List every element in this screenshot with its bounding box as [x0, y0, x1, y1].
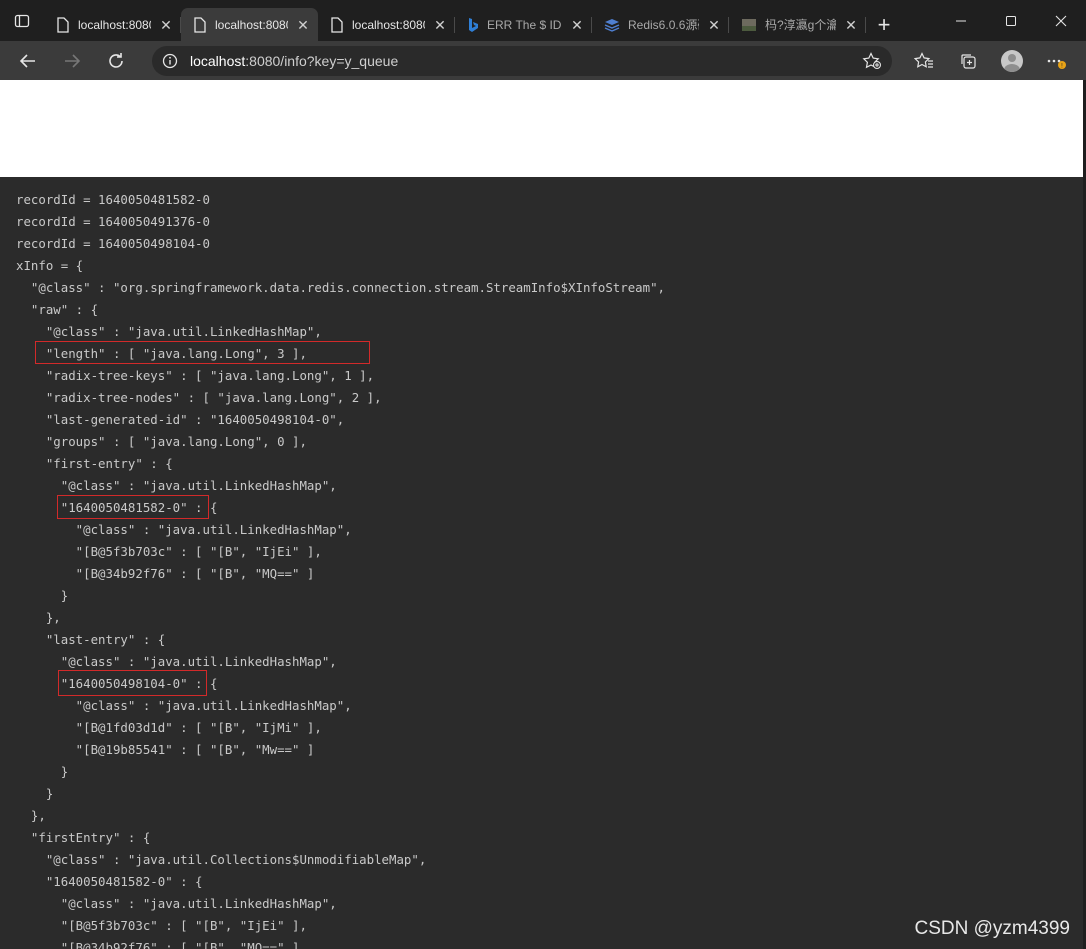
tab-separator — [865, 17, 866, 33]
page-icon — [194, 16, 206, 33]
close-icon[interactable]: ✕ — [707, 18, 721, 32]
info-icon[interactable] — [162, 53, 178, 69]
back-button[interactable] — [6, 41, 50, 80]
favorites-button[interactable] — [902, 41, 946, 80]
code-line: "first-entry" : { — [16, 456, 173, 471]
back-arrow-icon — [19, 53, 35, 68]
collections-icon — [961, 53, 976, 69]
code-line: "@class" : "java.util.LinkedHashMap", — [16, 698, 352, 713]
code-line: }, — [16, 610, 61, 625]
code-line: "raw" : { — [16, 302, 99, 317]
close-icon — [1055, 15, 1067, 26]
code-line: }, — [16, 808, 46, 823]
close-window-button[interactable] — [1036, 0, 1086, 41]
code-line: "@class" : "java.util.Collections$Unmodi… — [16, 852, 427, 867]
refresh-button[interactable] — [94, 41, 138, 80]
close-icon[interactable]: ✕ — [570, 18, 584, 32]
address-bar[interactable]: localhost:8080/info?key=y_queue — [152, 45, 892, 76]
code-line: recordId = 1640050498104-0 — [16, 236, 210, 251]
close-icon[interactable]: ✕ — [296, 18, 310, 32]
code-line: } — [16, 764, 69, 779]
browser-tab[interactable]: ERR The $ ID ✕ — [455, 8, 592, 41]
new-tab-button[interactable]: + — [866, 8, 902, 41]
minimize-button[interactable] — [936, 0, 986, 41]
code-line: } — [16, 588, 69, 603]
code-line: "[B@5f3b703c" : [ "[B", "IjEi" ], — [16, 918, 307, 933]
highlight-box-first-entry-id — [57, 495, 209, 519]
code-line: "@class" : "java.util.LinkedHashMap", — [16, 478, 337, 493]
tab-title: localhost:8080/ — [352, 17, 425, 32]
code-line: "@class" : "java.util.LinkedHashMap", — [16, 522, 352, 537]
code-line: "@class" : "java.util.LinkedHashMap", — [16, 324, 322, 339]
url-text[interactable]: localhost:8080/info?key=y_queue — [190, 53, 398, 69]
code-line: "[B@19b85541" : [ "[B", "Mw==" ] — [16, 742, 315, 757]
close-icon[interactable]: ✕ — [844, 18, 858, 32]
code-line: "[B@34b92f76" : [ "[B", "MQ==" ], — [16, 940, 307, 949]
settings-menu-button[interactable]: ! — [1034, 41, 1078, 80]
tab-actions-button[interactable] — [0, 0, 44, 41]
maximize-button[interactable] — [986, 0, 1036, 41]
tab-title: localhost:8080/ — [78, 17, 151, 32]
collections-button[interactable] — [946, 41, 990, 80]
more-icon: ! — [1047, 59, 1066, 69]
code-output-panel: recordId = 1640050481582-0 recordId = 164… — [2, 178, 1083, 949]
profile-button[interactable] — [990, 41, 1034, 80]
refresh-icon — [109, 52, 123, 68]
code-line: "groups" : [ "java.lang.Long", 0 ], — [16, 434, 307, 449]
bing-icon — [469, 17, 478, 32]
avatar — [1001, 49, 1023, 72]
code-line: "radix-tree-keys" : [ "java.lang.Long", … — [16, 368, 375, 383]
tab-title: ERR The $ ID — [487, 17, 562, 32]
code-line: recordId = 1640050491376-0 — [16, 214, 210, 229]
tab-actions-icon — [14, 14, 30, 27]
code-line: "radix-tree-nodes" : [ "java.lang.Long",… — [16, 390, 382, 405]
tab-title: localhost:8080/ — [215, 17, 288, 32]
code-line: } — [16, 786, 54, 801]
watermark: CSDN @yzm4399 — [914, 918, 1071, 939]
forward-arrow-icon — [65, 53, 81, 68]
code-line: "firstEntry" : { — [16, 830, 151, 845]
code-line: recordId = 1640050481582-0 — [16, 192, 210, 207]
maximize-icon — [1006, 15, 1016, 26]
code-line: "[B@1fd03d1d" : [ "[B", "IjMi" ], — [16, 720, 322, 735]
tab-strip: localhost:8080/ ✕ localhost:8080/ ✕ loca… — [0, 0, 1086, 41]
tab-title: 杩?淳瀛g个瀹 — [765, 18, 836, 32]
toolbar-right: ! — [902, 41, 1078, 80]
code-line: "last-entry" : { — [16, 632, 166, 647]
window-controls — [936, 0, 1086, 41]
code-line: "@class" : "java.util.LinkedHashMap", — [16, 896, 337, 911]
code-line: xInfo = { — [16, 258, 84, 273]
code-line: "@class" : "org.springframework.data.red… — [16, 280, 666, 295]
page-white-area — [0, 80, 1083, 177]
forward-button[interactable] — [50, 41, 94, 80]
browser-tab[interactable]: 杩?淳瀛g个瀹 ✕ — [729, 8, 866, 41]
highlight-box-last-entry-id — [58, 670, 207, 696]
browser-toolbar: localhost:8080/info?key=y_queue ! — [0, 41, 1086, 80]
address-bar-actions — [862, 51, 882, 70]
tab-title: Redis6.0.6源码 — [628, 18, 699, 32]
favorites-icon — [914, 51, 933, 68]
code-line: "[B@5f3b703c" : [ "[B", "IjEi" ], — [16, 544, 322, 559]
browser-tab[interactable]: Redis6.0.6源码 ✕ — [592, 8, 729, 41]
url-path: :8080/info?key=y_queue — [245, 52, 399, 69]
browser-tab[interactable]: localhost:8080/ ✕ — [44, 8, 181, 41]
url-host: localhost — [190, 52, 246, 69]
code-line: "1640050481582-0" : { — [16, 874, 203, 889]
code-line: "[B@34b92f76" : [ "[B", "MQ==" ] — [16, 566, 315, 581]
highlight-box-length — [35, 341, 370, 364]
plus-icon: + — [877, 11, 891, 37]
image-thumb-icon — [742, 18, 756, 31]
redis-icon — [604, 18, 620, 32]
minimize-icon — [956, 20, 966, 21]
code-output: recordId = 1640050481582-0 recordId = 164… — [16, 189, 665, 949]
close-icon[interactable]: ✕ — [159, 18, 173, 32]
page-icon — [331, 16, 343, 33]
page-icon — [57, 16, 69, 33]
browser-tab-active[interactable]: localhost:8080/ ✕ — [181, 8, 318, 41]
close-icon[interactable]: ✕ — [433, 18, 447, 32]
code-line: "last-generated-id" : "1640050498104-0", — [16, 412, 345, 427]
add-favorite-icon[interactable] — [862, 51, 882, 70]
browser-tab[interactable]: localhost:8080/ ✕ — [318, 8, 455, 41]
